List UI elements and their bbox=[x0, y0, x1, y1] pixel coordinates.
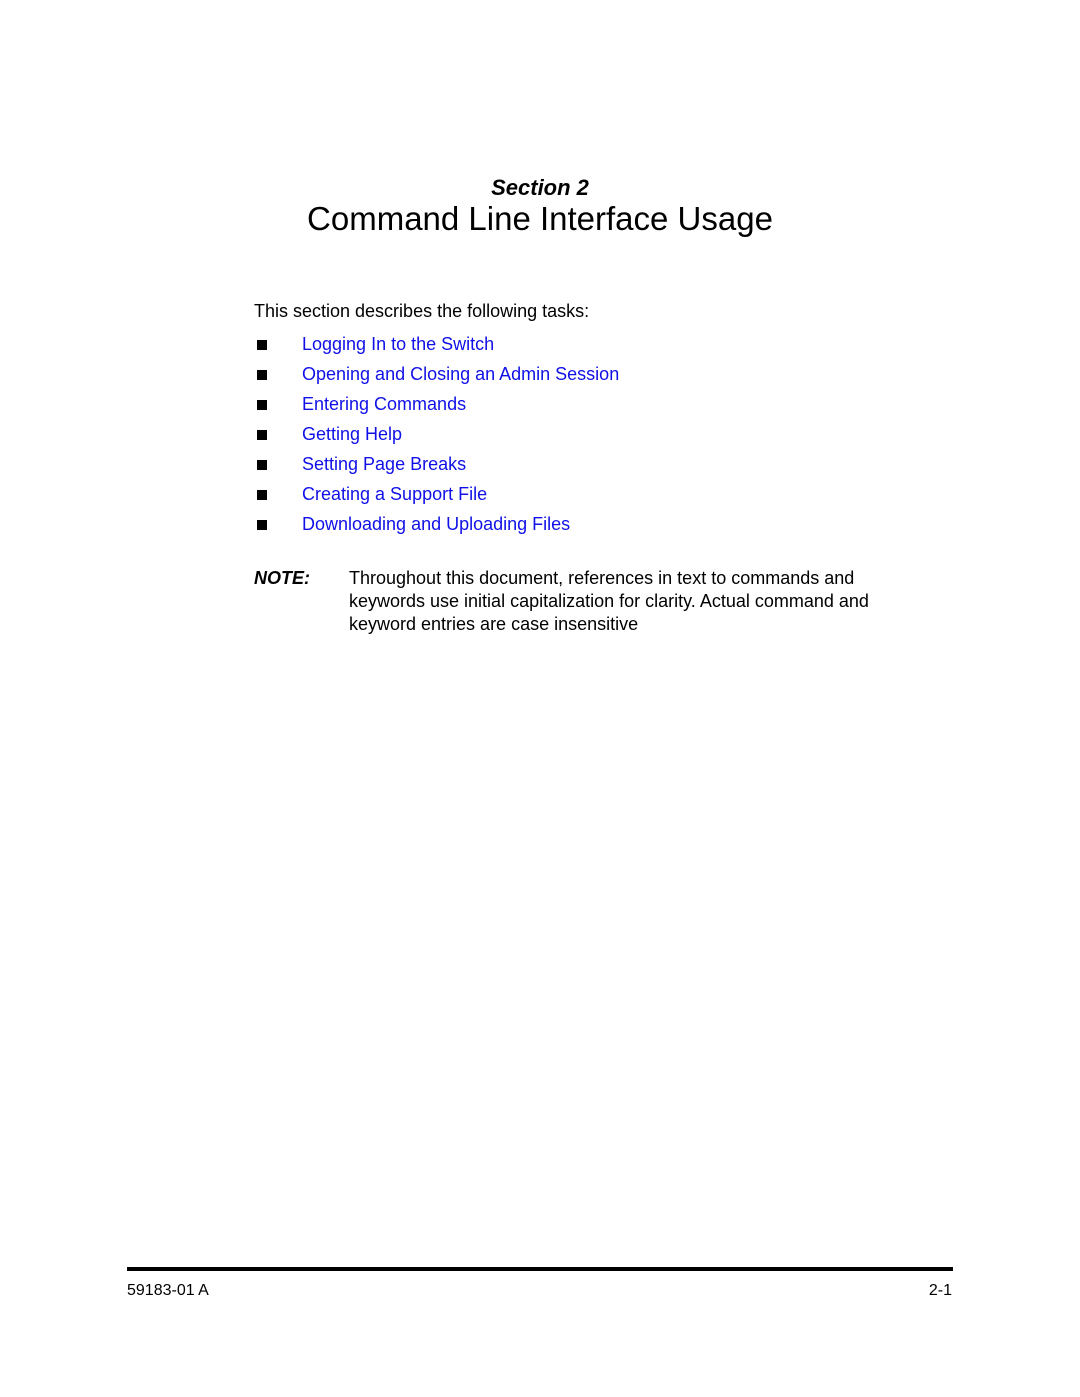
note-label: NOTE: bbox=[254, 568, 310, 588]
square-bullet-icon bbox=[257, 369, 267, 380]
task-link-admin-session[interactable]: Opening and Closing an Admin Session bbox=[302, 362, 619, 386]
task-item: Creating a Support File bbox=[257, 479, 619, 509]
square-bullet-icon bbox=[257, 339, 267, 350]
intro-text: This section describes the following tas… bbox=[254, 301, 590, 321]
footer-page-number: 2-1 bbox=[928, 1282, 952, 1299]
task-link-downloading-uploading[interactable]: Downloading and Uploading Files bbox=[302, 512, 570, 536]
task-link-entering-commands[interactable]: Entering Commands bbox=[302, 392, 466, 416]
task-item: Entering Commands bbox=[257, 389, 619, 419]
task-item: Setting Page Breaks bbox=[257, 449, 619, 479]
task-link-support-file[interactable]: Creating a Support File bbox=[302, 482, 487, 506]
task-item: Logging In to the Switch bbox=[257, 329, 619, 359]
note-text: Throughout this document, references in … bbox=[349, 568, 869, 634]
task-item: Opening and Closing an Admin Session bbox=[257, 359, 619, 389]
task-link-page-breaks[interactable]: Setting Page Breaks bbox=[302, 452, 466, 476]
task-item: Getting Help bbox=[257, 419, 619, 449]
task-link-logging-in[interactable]: Logging In to the Switch bbox=[302, 332, 494, 356]
footer-doc-number: 59183-01 A bbox=[127, 1282, 209, 1299]
square-bullet-icon bbox=[257, 519, 267, 530]
square-bullet-icon bbox=[257, 459, 267, 470]
square-bullet-icon bbox=[257, 399, 267, 410]
task-link-getting-help[interactable]: Getting Help bbox=[302, 422, 402, 446]
footer-rule bbox=[127, 1267, 953, 1271]
square-bullet-icon bbox=[257, 489, 267, 500]
task-item: Downloading and Uploading Files bbox=[257, 509, 619, 539]
task-list: Logging In to the Switch Opening and Clo… bbox=[257, 329, 619, 539]
square-bullet-icon bbox=[257, 429, 267, 440]
page-title: Command Line Interface Usage bbox=[307, 200, 773, 237]
